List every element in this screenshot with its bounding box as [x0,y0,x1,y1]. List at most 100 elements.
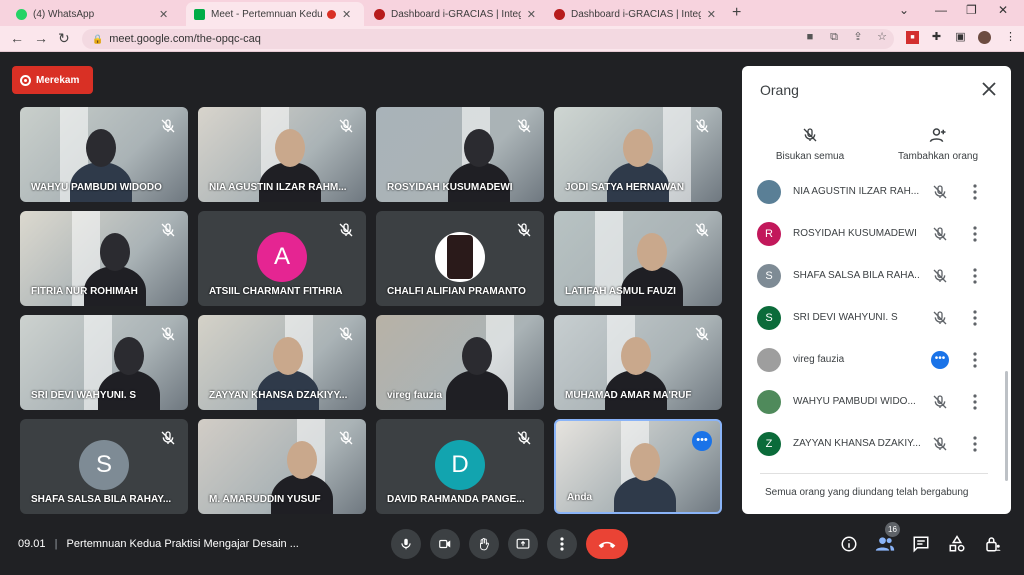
more-options-button[interactable] [547,529,577,559]
more-vert-icon[interactable] [967,267,983,285]
translate-icon[interactable]: ⧉ [828,31,840,43]
participant-name: WAHYU PAMBUDI WIDO... [793,396,916,407]
share-icon[interactable]: ⇪ [852,31,864,43]
window-close-icon[interactable]: ✕ [998,3,1008,17]
raise-hand-button[interactable] [469,529,499,559]
more-vert-icon[interactable] [967,393,983,411]
participant-name: M. AMARUDDIN YUSUF [209,494,321,505]
participant-tile[interactable]: ••• Anda [554,419,722,514]
chat-button[interactable] [910,533,932,555]
microphone-button[interactable] [391,529,421,559]
participant-tile[interactable]: ROSYIDAH KUSUMADEWI [376,107,544,202]
participant-tile[interactable]: FITRIA NUR ROHIMAH [20,211,188,306]
participant-row[interactable]: S SHAFA SALSA BILA RAHA... [742,258,1002,294]
mic-off-icon [803,128,817,142]
whatsapp-icon [16,8,27,20]
meeting-details-button[interactable] [838,533,860,555]
profile-avatar[interactable] [978,31,991,44]
mute-all-button[interactable]: Bisukan semua [772,126,848,162]
tab-meet[interactable]: Meet - Pertemnuan Kedua P ✕ [186,2,364,26]
forward-icon[interactable]: → [34,30,48,46]
meeting-time: 09.01 [18,538,46,550]
participant-row[interactable]: Z ZAYYAN KHANSA DZAKIY... [742,426,1002,462]
participant-tile[interactable]: JODI SATYA HERNAWAN [554,107,722,202]
back-icon[interactable]: ← [10,30,24,46]
close-tab-icon[interactable]: ✕ [342,8,351,21]
globe-icon [554,8,565,20]
more-vert-icon[interactable] [967,309,983,327]
mic-off-icon [516,118,532,134]
reload-icon[interactable]: ↻ [58,30,70,47]
participant-tile[interactable]: A ATSIIL CHARMANT FITHRIA [198,211,366,306]
camera-button[interactable] [430,529,460,559]
more-vert-icon[interactable] [967,225,983,243]
participant-tile[interactable]: WAHYU PAMBUDI WIDODO [20,107,188,202]
close-tab-icon[interactable]: ✕ [159,8,168,21]
bookmark-star-icon[interactable]: ☆ [876,31,888,43]
participant-tile[interactable]: D DAVID RAHMANDA PANGE... [376,419,544,514]
url-text: meet.google.com/the-opqc-caq [109,33,261,45]
restore-icon[interactable]: ❐ [966,3,977,17]
recording-badge[interactable]: Merekam [12,66,93,94]
participant-tile[interactable]: SRI DEVI WAHYUNI. S [20,315,188,410]
mic-off-icon[interactable] [932,436,948,452]
activities-button[interactable] [946,533,968,555]
present-screen-button[interactable] [508,529,538,559]
mic-off-icon[interactable] [932,394,948,410]
participant-name: vireg fauzia [387,390,443,401]
participant-name: SRI DEVI WAHYUNI. S [31,390,137,401]
participant-avatar: Z [757,432,781,456]
mic-off-icon[interactable] [932,184,948,200]
host-controls-button[interactable] [982,533,1004,555]
participant-row[interactable]: R ROSYIDAH KUSUMADEWI [742,216,1002,252]
participant-name: MUHAMAD AMAR MA'RUF [565,390,692,401]
participant-row[interactable]: WAHYU PAMBUDI WIDO... [742,384,1002,420]
participant-row[interactable]: S SRI DEVI WAHYUNI. S [742,300,1002,336]
tab-whatsapp[interactable]: (4) WhatsApp ✕ [8,2,184,26]
new-tab-button[interactable]: + [732,4,741,22]
participant-avatar [757,348,781,372]
participant-tile[interactable]: NIA AGUSTIN ILZAR RAHM... [198,107,366,202]
participant-name: NIA AGUSTIN ILZAR RAHM... [209,182,347,193]
participant-avatar: S [757,306,781,330]
tile-more-options-icon[interactable]: ••• [692,431,712,451]
side-panel-icon[interactable]: ▣ [954,31,967,44]
close-tab-icon[interactable]: ✕ [707,8,716,21]
close-icon[interactable] [981,81,997,97]
extensions-puzzle-icon[interactable]: ✚ [930,31,943,44]
more-vert-icon[interactable] [967,183,983,201]
tab-search-icon[interactable]: ⌄ [899,3,909,17]
tab-dashboard-1[interactable]: Dashboard i-GRACIAS | Integrate ✕ [366,2,544,26]
mic-off-icon[interactable] [932,310,948,326]
participant-tile[interactable]: MUHAMAD AMAR MA'RUF [554,315,722,410]
tab-dashboard-2[interactable]: Dashboard i-GRACIAS | Integrate ✕ [546,2,724,26]
leave-call-button[interactable] [586,529,628,559]
participant-tile[interactable]: M. AMARUDDIN YUSUF [198,419,366,514]
participant-avatar: S [79,440,129,490]
more-vert-icon[interactable] [967,435,983,453]
participant-row[interactable]: NIA AGUSTIN ILZAR RAH... [742,174,1002,210]
mic-off-icon[interactable] [932,268,948,284]
browser-menu-icon[interactable]: ⋮ [1004,31,1017,44]
more-vert-icon[interactable] [967,351,983,369]
participant-tile[interactable]: CHALFI ALIFIAN PRAMANTO [376,211,544,306]
video-person-head [637,233,667,271]
close-tab-icon[interactable]: ✕ [527,8,536,21]
address-bar[interactable]: 🔒 meet.google.com/the-opqc-caq [82,29,894,49]
participant-name: ATSIIL CHARMANT FITHRIA [209,286,343,297]
mic-off-icon[interactable] [932,226,948,242]
participant-tile[interactable]: S SHAFA SALSA BILA RAHAY... [20,419,188,514]
participant-tile[interactable]: vireg fauzia [376,315,544,410]
scrollbar[interactable] [1005,371,1008,481]
camera-in-use-icon[interactable]: ■ [804,31,816,43]
extension-icon[interactable]: ■ [906,31,919,44]
participant-row[interactable]: vireg fauzia ••• [742,342,1002,378]
add-people-button[interactable]: Tambahkan orang [892,126,984,162]
mic-off-icon [160,326,176,342]
more-vert-icon [560,537,564,551]
participant-tile[interactable]: LATIFAH ASMUL FAUZI [554,211,722,306]
participant-tile[interactable]: ZAYYAN KHANSA DZAKIYY... [198,315,366,410]
divider [760,473,988,474]
minimize-icon[interactable]: — [935,3,947,17]
tab-title: (4) WhatsApp [33,8,95,20]
